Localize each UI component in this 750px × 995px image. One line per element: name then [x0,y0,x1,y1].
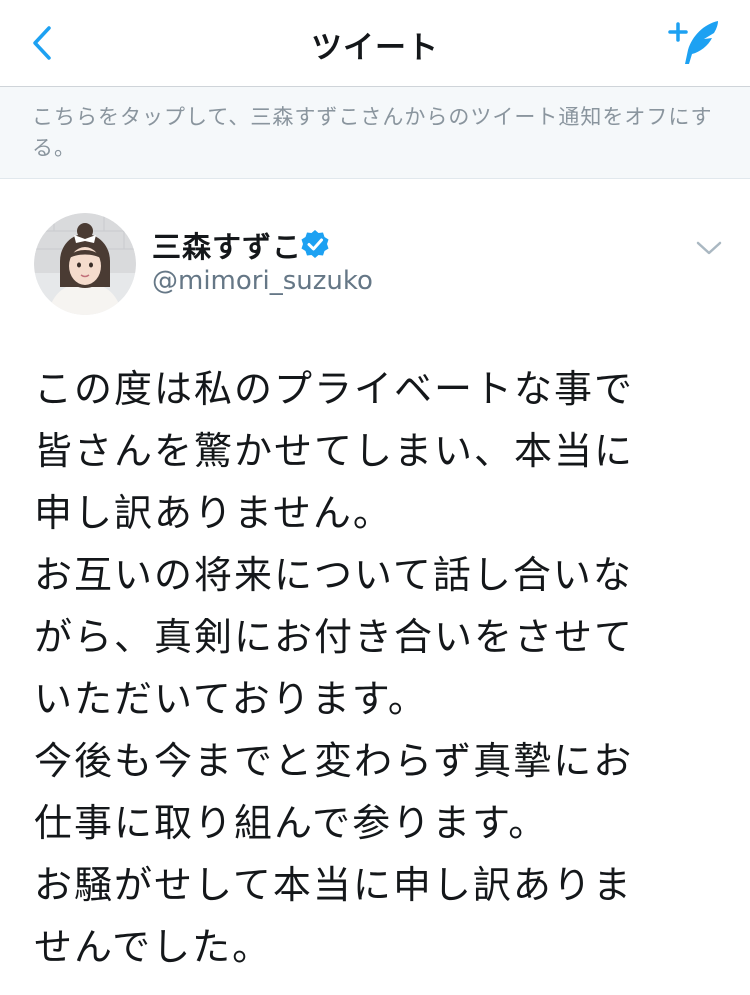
compose-tweet-icon [668,21,718,64]
compose-tweet-button[interactable] [666,16,726,70]
tweet-line: がら、真剣にお付き合いをさせて [34,615,635,659]
navigation-bar: ツイート [0,0,750,87]
tweet-line: お騒がせして本当に申し訳ありま [34,863,633,907]
tweet-line: せんでした。 [34,925,273,969]
tweet-line: お互いの将来について話し合いな [34,553,633,597]
author-handle[interactable]: @mimori_suzuko [152,266,373,296]
chevron-down-icon[interactable] [694,236,724,260]
profile-photo [34,213,136,315]
verified-badge-icon [301,230,329,258]
tweet-line: 申し訳ありません。 [34,491,393,535]
tweet-line: 仕事に取り組んで参ります。 [34,801,549,845]
tweet-line: この度は私のプライベートな事で [34,367,635,411]
avatar[interactable] [34,213,136,315]
tweet-line: 今後も今までと変わらず真摯にお [34,739,634,783]
tweet-line: 皆さんを驚かせてしまい、本当に [34,429,635,473]
author-display-name[interactable]: 三森すずこ [152,224,302,266]
page-title: ツイート [311,30,439,66]
tweet-line: いただいております。 [34,677,428,721]
notice-text: こちらをタップして、三森すずこさんからのツイート通知をオフにする。 [32,105,713,160]
notification-notice[interactable]: こちらをタップして、三森すずこさんからのツイート通知をオフにする。 [0,87,750,179]
tweet-text: この度は私のプライベートな事で 皆さんを驚かせてしまい、本当に 申し訳ありません… [34,358,734,978]
